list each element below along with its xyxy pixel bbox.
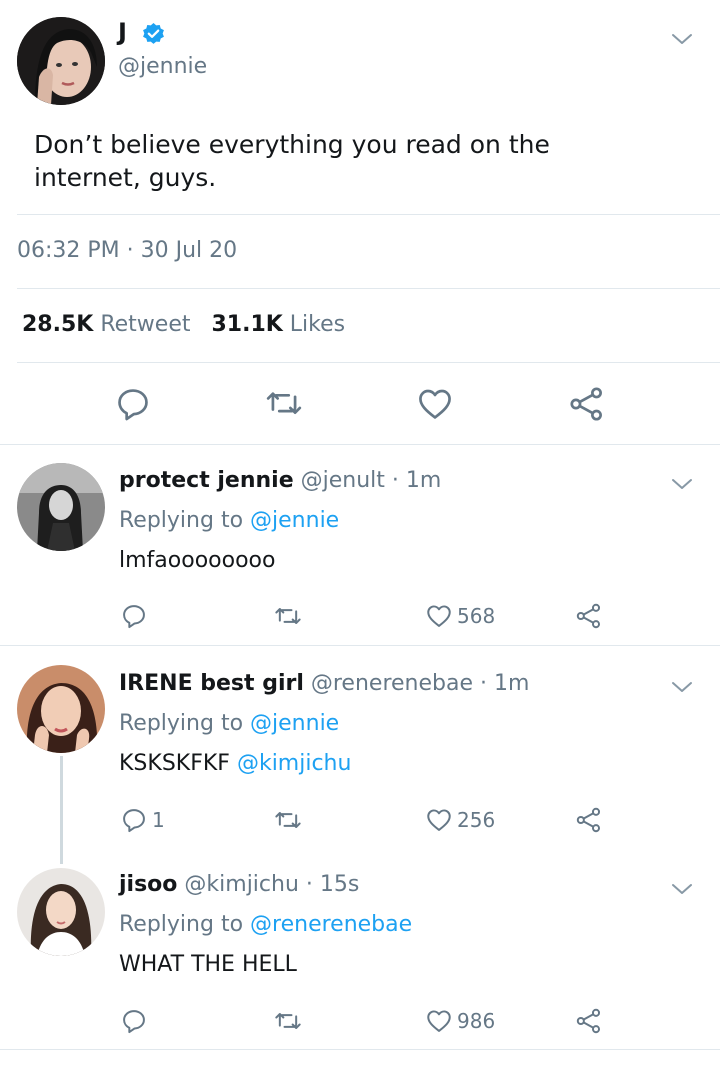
verified-icon [141,22,166,47]
author-handle[interactable]: @kimjichu [184,872,299,897]
tweet-text: KSKSKFKF @kimjichu [119,751,351,776]
share-icon [576,1008,601,1034]
reply-button[interactable]: 1 [120,805,165,835]
replying-to: Replying to @renerenebae [119,912,412,937]
reply-icon [118,389,148,421]
reply-icon [123,809,145,833]
reply-header: IRENE best girl @renerenebae · 1m [119,671,529,696]
reply-icon [123,605,145,629]
share-icon [570,387,602,421]
reply-icon [123,1010,145,1034]
reply-time[interactable]: · 1m [392,468,441,493]
like-count: 568 [457,604,496,628]
like-button[interactable]: 256 [425,805,495,835]
chevron-down-icon[interactable] [670,675,694,699]
like-button[interactable]: 986 [425,1006,495,1036]
tweet-timestamp[interactable]: 06:32 PM · 30 Jul 20 [17,238,237,263]
like-icon [419,389,451,419]
avatar[interactable] [17,868,105,956]
like-count: 986 [457,1009,496,1033]
like-button[interactable] [416,385,454,423]
like-button[interactable]: 568 [425,601,495,631]
replying-label: Replying to [119,508,244,533]
reply-count: 1 [152,808,165,832]
replying-to: Replying to @jennie [119,711,339,736]
chevron-down-icon[interactable] [670,27,694,51]
tweet-text-content: KSKSKFKF [119,751,230,776]
tweet-stats: 28.5K Retweet 31.1K Likes [22,312,345,337]
retweet-icon [275,812,301,828]
like-icon [427,605,451,627]
retweet-button[interactable] [274,601,302,631]
author-name[interactable]: jisoo [119,872,177,897]
author-handle[interactable]: @jenult [301,468,385,493]
tweet-text: Don’t believe everything you read on the… [34,130,550,192]
author-handle[interactable]: @jennie [118,54,207,79]
reply-tweet[interactable]: protect jennie @jenult · 1m Replying to … [0,444,720,645]
share-icon [576,807,601,833]
tweet-text-content: WHAT THE HELL [119,952,297,977]
author-name[interactable]: IRENE best girl [119,671,304,696]
retweets-label[interactable]: Retweet [100,312,190,337]
replying-to: Replying to @jennie [119,508,339,533]
reply-tweet[interactable]: jisoo @kimjichu · 15s Replying to @rener… [0,848,720,1049]
tweet-text: WHAT THE HELL [119,952,297,977]
divider [17,288,720,289]
retweet-icon [275,1013,301,1029]
replying-label: Replying to [119,912,244,937]
likes-label[interactable]: Likes [290,312,345,337]
mention-link[interactable]: @renerenebae [250,912,412,937]
retweet-button[interactable] [265,385,303,423]
like-icon [427,1010,451,1032]
reply-button[interactable] [120,1006,152,1036]
mention-link[interactable]: @kimjichu [237,751,352,776]
retweet-button[interactable] [274,805,302,835]
likes-count[interactable]: 31.1K [211,312,282,337]
retweet-button[interactable] [274,1006,302,1036]
reply-time[interactable]: · 15s [306,872,359,897]
share-button[interactable] [568,385,606,423]
share-button[interactable] [575,601,603,631]
tweet-text-content: lmfaoooooooo [119,548,276,573]
share-button[interactable] [575,1006,603,1036]
author-name[interactable]: J [118,18,127,46]
retweet-icon [266,392,302,415]
like-icon [427,809,451,831]
chevron-down-icon[interactable] [670,877,694,901]
author-handle[interactable]: @renerenebae [311,671,473,696]
share-icon [576,603,601,629]
reply-time[interactable]: · 1m [480,671,529,696]
avatar[interactable] [17,17,105,105]
avatar[interactable] [17,463,105,551]
reply-header: jisoo @kimjichu · 15s [119,872,359,897]
replying-label: Replying to [119,711,244,736]
divider [17,362,720,363]
avatar[interactable] [17,665,105,753]
divider [17,214,720,215]
mention-link[interactable]: @jennie [250,508,339,533]
like-count: 256 [457,808,496,832]
reply-tweet[interactable]: IRENE best girl @renerenebae · 1m Replyi… [0,645,720,848]
author-name[interactable]: protect jennie [119,468,294,493]
retweets-count[interactable]: 28.5K [22,312,93,337]
mention-link[interactable]: @jennie [250,711,339,736]
tweet-text: lmfaoooooooo [119,548,275,573]
reply-button[interactable] [114,385,152,423]
retweet-icon [275,608,301,624]
share-button[interactable] [575,805,603,835]
chevron-down-icon[interactable] [670,472,694,496]
divider [0,1049,720,1050]
reply-button[interactable] [120,601,152,631]
reply-header: protect jennie @jenult · 1m [119,468,441,493]
